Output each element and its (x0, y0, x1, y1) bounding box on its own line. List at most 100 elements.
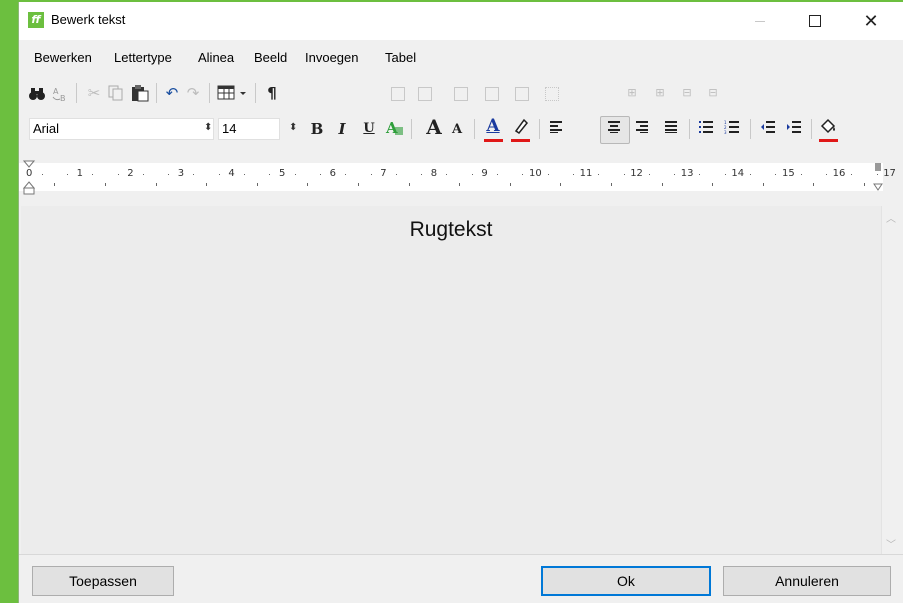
right-indent-marker-icon[interactable] (873, 162, 883, 192)
window-title: Bewerk tekst (51, 12, 126, 27)
ruler-dot (497, 174, 499, 175)
cell-border-icon[interactable] (545, 87, 559, 101)
ruler-dot (825, 174, 827, 175)
indent-marker-icon[interactable] (23, 160, 35, 196)
menu-alinea[interactable]: Alinea (198, 50, 234, 65)
ruler-dot (319, 174, 321, 175)
insert-row-above-icon[interactable]: ⊞ (623, 83, 641, 103)
ruler-dot (572, 174, 574, 175)
ruler-half-tick (155, 183, 157, 186)
ruler-number: 9 (481, 168, 488, 179)
redo-icon[interactable]: ↷ (184, 83, 202, 103)
grow-font-button[interactable]: A (423, 117, 445, 137)
font-color-button[interactable]: A (483, 116, 503, 136)
font-family-spinner-icon[interactable]: ⬍ (204, 122, 212, 133)
ruler[interactable]: 0 1 2 3 4 5 6 7 8 9 10 11 12 13 14 15 16 17 (19, 158, 903, 198)
close-button[interactable]: ✕ (848, 2, 894, 40)
decrease-indent-icon[interactable] (758, 119, 778, 139)
ok-button[interactable]: Ok (541, 566, 711, 596)
minimize-button[interactable] (737, 2, 783, 40)
menu-invoegen[interactable]: Invoegen (305, 50, 359, 65)
increase-indent-icon[interactable] (784, 119, 804, 139)
ruler-number: 1 (76, 168, 83, 179)
align-justify-icon[interactable] (662, 119, 680, 139)
ruler-half-tick (104, 183, 106, 186)
cell-border-icon[interactable] (391, 87, 405, 101)
ruler-half-tick (206, 183, 208, 186)
ruler-half-tick (256, 183, 258, 186)
toolbar-separator (209, 83, 210, 103)
text-effect-icon[interactable]: A (385, 118, 405, 143)
ruler-dot (800, 174, 802, 175)
ruler-number: 10 (529, 168, 542, 179)
ruler-dot (395, 174, 397, 175)
insert-row-below-icon[interactable]: ⊞ (651, 83, 669, 103)
maximize-button[interactable] (792, 2, 838, 40)
maximize-icon (809, 15, 821, 27)
menu-lettertype[interactable]: Lettertype (114, 50, 172, 65)
ruler-half-tick (54, 183, 56, 186)
italic-button[interactable]: I (334, 119, 350, 139)
svg-text:3: 3 (724, 130, 727, 134)
ruler-number: 6 (329, 168, 336, 179)
pilcrow-icon[interactable]: ¶ (263, 83, 281, 103)
ruler-dot (522, 174, 524, 175)
ruler-dot (244, 174, 246, 175)
ruler-dot (294, 174, 296, 175)
paste-icon[interactable] (130, 83, 150, 107)
align-right-icon[interactable] (633, 119, 651, 139)
menu-tabel[interactable]: Tabel (385, 50, 416, 65)
text-editor[interactable]: Rugtekst (21, 206, 881, 554)
shrink-font-button[interactable]: A (449, 120, 465, 140)
toolbar-separator (811, 119, 812, 139)
scroll-down-icon[interactable]: ﹀ (886, 536, 896, 551)
cell-border-icon[interactable] (418, 87, 432, 101)
insert-column-left-icon[interactable]: ⊟ (676, 83, 698, 103)
minimize-icon (755, 20, 765, 22)
ruler-half-tick (813, 183, 815, 186)
toolbar-separator (689, 119, 690, 139)
font-size-select[interactable]: 14 (218, 118, 280, 140)
align-center-icon[interactable] (605, 119, 623, 139)
scroll-up-icon[interactable]: ︿ (886, 210, 896, 225)
numbered-list-icon[interactable]: 123 (723, 119, 741, 139)
underline-button[interactable]: U (361, 119, 377, 139)
toolbar-separator (750, 119, 751, 139)
cell-border-icon[interactable] (515, 87, 529, 101)
font-color-swatch (484, 139, 503, 142)
ruler-dot (674, 174, 676, 175)
vertical-scrollbar[interactable]: ︿ ﹀ (881, 206, 901, 554)
toolbar-separator (474, 119, 475, 139)
undo-icon[interactable]: ↶ (163, 83, 181, 103)
menu-bewerken[interactable]: Bewerken (34, 50, 92, 65)
bold-button[interactable]: B (309, 119, 325, 139)
ruler-dot (648, 174, 650, 175)
binoculars-icon[interactable] (28, 83, 46, 107)
font-family-select[interactable]: Arial (29, 118, 214, 140)
toolbar-separator (156, 83, 157, 103)
highlighter-icon[interactable] (511, 117, 531, 140)
apply-button[interactable]: Toepassen (32, 566, 174, 596)
ruler-half-tick (560, 183, 562, 186)
scissors-icon[interactable]: ✂ (85, 83, 103, 103)
table-icon[interactable] (216, 83, 250, 106)
ruler-number: 5 (279, 168, 286, 179)
insert-column-right-icon[interactable]: ⊟ (702, 83, 724, 103)
edit-text-dialog: ff Bewerk tekst ✕ Bewerken Lettertype Al… (18, 2, 903, 603)
align-left-icon[interactable] (547, 119, 565, 139)
cell-border-icon[interactable] (485, 87, 499, 101)
highlight-color-swatch (511, 139, 530, 142)
ruler-dot (598, 174, 600, 175)
cell-border-icon[interactable] (454, 87, 468, 101)
bullet-list-icon[interactable] (697, 119, 715, 139)
replace-icon[interactable]: AB (51, 83, 71, 109)
ruler-dot (851, 174, 853, 175)
ruler-dot (446, 174, 448, 175)
copy-icon[interactable] (107, 83, 125, 106)
app-logo-icon: ff (28, 12, 44, 28)
ruler-half-tick (408, 183, 410, 186)
font-size-spinner-icon[interactable]: ⬍ (289, 122, 297, 133)
paint-bucket-icon[interactable] (817, 117, 839, 140)
cancel-button[interactable]: Annuleren (723, 566, 891, 596)
menu-beeld[interactable]: Beeld (254, 50, 287, 65)
